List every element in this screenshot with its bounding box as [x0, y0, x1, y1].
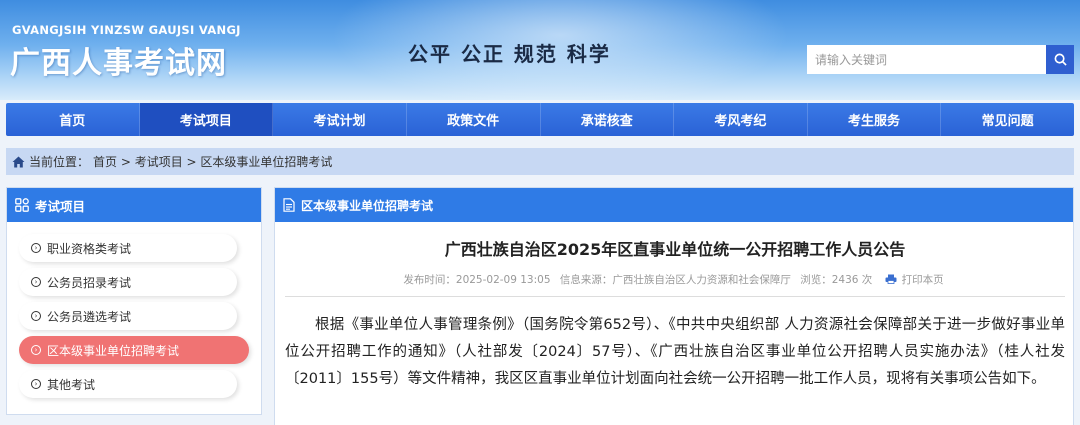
- breadcrumb-path[interactable]: 首页 > 考试项目 > 区本级事业单位招聘考试: [93, 153, 332, 170]
- print-label: 打印本页: [901, 274, 944, 286]
- header-banner: GVANGJSIH YINZSW GAUJSI VANGJ 广西人事考试网 公平…: [0, 0, 1080, 100]
- publish-time: 发布时间：2025-02-09 13:05: [403, 274, 551, 286]
- nav-item-faq[interactable]: 常见问题: [941, 103, 1074, 136]
- printer-icon: [885, 274, 897, 287]
- circle-arrow-icon: ›: [31, 243, 41, 253]
- circle-arrow-icon: ›: [31, 277, 41, 287]
- article-title: 广西壮族自治区2025年区直事业单位统一公开招聘工作人员公告: [444, 240, 906, 259]
- nav-item-discipline[interactable]: 考风考纪: [674, 103, 808, 136]
- section-title: 区本级事业单位招聘考试: [301, 198, 434, 213]
- document-icon: [283, 198, 295, 212]
- print-link[interactable]: 打印本页: [882, 274, 947, 286]
- sidebar-item-other[interactable]: › 其他考试: [19, 370, 237, 398]
- nav-item-exam-projects[interactable]: 考试项目: [139, 103, 274, 136]
- site-logo-pinyin[interactable]: GVANGJSIH YINZSW GAUJSI VANGJ: [12, 23, 241, 37]
- circle-arrow-icon: ›: [31, 311, 41, 321]
- site-logo[interactable]: 广西人事考试网: [10, 38, 227, 82]
- circle-arrow-icon: ›: [31, 345, 41, 355]
- sidebar-item-civil-servant-select[interactable]: › 公务员遴选考试: [19, 302, 237, 330]
- view-count: 浏览：2436 次: [800, 274, 873, 286]
- search-input[interactable]: [807, 45, 1046, 74]
- sidebar-title: 考试项目: [35, 198, 86, 214]
- info-source: 信息来源：广西壮族自治区人力资源和社会保障厅: [559, 274, 791, 286]
- breadcrumb-prefix: 当前位置：: [29, 155, 90, 169]
- sidebar-list: › 职业资格类考试 › 公务员招录考试 › 公务员遴选考试 › 区本级事业单位招…: [7, 222, 261, 398]
- article-panel-header: 区本级事业单位招聘考试: [275, 188, 1073, 222]
- sidebar-item-label: 区本级事业单位招聘考试: [47, 343, 180, 358]
- article-meta: 发布时间：2025-02-09 13:05 信息来源：广西壮族自治区人力资源和社…: [275, 272, 1075, 287]
- article-body: 根据《事业单位人事管理条例》（国务院令第652号）、《中共中央组织部 人力资源社…: [285, 317, 1065, 387]
- sidebar-item-civil-servant-recruit[interactable]: › 公务员招录考试: [19, 268, 237, 296]
- sidebar: 考试项目 › 职业资格类考试 › 公务员招录考试 › 公务员遴选考试 › 区本级…: [6, 187, 262, 415]
- divider: [285, 296, 1065, 297]
- nav-item-commitment[interactable]: 承诺核查: [541, 103, 675, 136]
- search-icon: [1054, 53, 1067, 66]
- slogan: 公平 公正 规范 科学: [408, 42, 611, 66]
- sidebar-item-label: 公务员遴选考试: [47, 309, 132, 324]
- sidebar-item-label: 职业资格类考试: [47, 241, 132, 256]
- home-icon: [12, 156, 25, 168]
- search-button[interactable]: [1046, 45, 1074, 74]
- circle-arrow-icon: ›: [31, 379, 41, 389]
- nav-item-policy[interactable]: 政策文件: [407, 103, 541, 136]
- nav-item-home[interactable]: 首页: [6, 103, 140, 136]
- sidebar-item-label: 公务员招录考试: [47, 275, 132, 290]
- sidebar-item-label: 其他考试: [47, 377, 96, 392]
- nav-item-exam-plan[interactable]: 考试计划: [273, 103, 407, 136]
- main-nav: 首页 考试项目 考试计划 政策文件 承诺核查 考风考纪 考生服务 常见问题: [6, 103, 1074, 136]
- breadcrumb: 当前位置： 首页 > 考试项目 > 区本级事业单位招聘考试: [6, 148, 1074, 175]
- article-panel: 区本级事业单位招聘考试 广西壮族自治区2025年区直事业单位统一公开招聘工作人员…: [274, 187, 1074, 425]
- sidebar-item-public-institution[interactable]: › 区本级事业单位招聘考试: [19, 336, 249, 364]
- grid-icon: [15, 198, 29, 212]
- nav-item-candidate-service[interactable]: 考生服务: [808, 103, 942, 136]
- sidebar-header: 考试项目: [7, 188, 261, 222]
- sidebar-item-qualification[interactable]: › 职业资格类考试: [19, 234, 237, 262]
